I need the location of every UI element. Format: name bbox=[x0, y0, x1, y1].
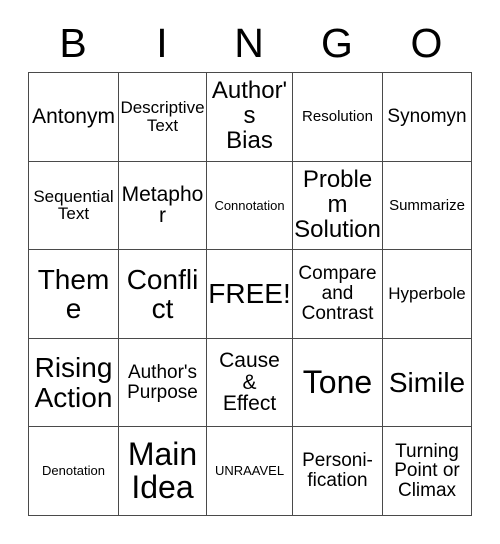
bingo-cell-label: Resolution bbox=[302, 108, 373, 125]
bingo-cell-n5[interactable]: UNRAAVEL bbox=[206, 426, 293, 516]
bingo-header-letters: B I N G O bbox=[28, 14, 471, 72]
bingo-cell-o5[interactable]: Turning Point or Climax bbox=[382, 426, 472, 516]
bingo-cell-label: Author's Purpose bbox=[127, 361, 198, 403]
bingo-header-letter-o: O bbox=[410, 19, 443, 66]
bingo-cell-label: Rising Action bbox=[34, 352, 113, 413]
bingo-card: B I N G O Antonym Descriptive Text Autho… bbox=[0, 0, 500, 544]
bingo-header-letter-i: I bbox=[156, 19, 168, 66]
bingo-cell-g1[interactable]: Resolution bbox=[292, 72, 383, 162]
bingo-row-2: Sequential Text Metaphor Connotation Pro… bbox=[28, 160, 472, 251]
bingo-cell-i3[interactable]: Conflict bbox=[118, 249, 207, 339]
bingo-cell-label: Simile bbox=[388, 367, 466, 399]
bingo-cell-o4[interactable]: Simile bbox=[382, 337, 472, 428]
bingo-cell-label: Compare and Contrast bbox=[298, 263, 377, 324]
bingo-row-1: Antonym Descriptive Text Author's Bias R… bbox=[28, 72, 472, 162]
bingo-cell-label: Antonym bbox=[32, 104, 115, 128]
bingo-row-3: Theme Conflict FREE! Compare and Contras… bbox=[28, 249, 472, 339]
bingo-cell-label: Summarize bbox=[389, 196, 465, 214]
bingo-cell-g2[interactable]: Problem Solution bbox=[292, 160, 383, 251]
bingo-cell-g4[interactable]: Tone bbox=[292, 337, 383, 428]
bingo-cell-label: Denotation bbox=[42, 463, 105, 479]
bingo-cell-n1[interactable]: Author's Bias bbox=[206, 72, 293, 162]
bingo-grid: Antonym Descriptive Text Author's Bias R… bbox=[28, 72, 472, 516]
bingo-cell-label: Synomyn bbox=[387, 105, 467, 127]
bingo-cell-n4[interactable]: Cause & Effect bbox=[206, 337, 293, 428]
bingo-cell-label: Tone bbox=[302, 363, 373, 400]
bingo-cell-label: UNRAAVEL bbox=[214, 463, 285, 479]
bingo-cell-n2[interactable]: Connotation bbox=[206, 160, 293, 251]
bingo-cell-label: Theme bbox=[37, 263, 110, 324]
bingo-cell-b2[interactable]: Sequential Text bbox=[28, 160, 119, 251]
bingo-cell-label: Sequential Text bbox=[33, 186, 114, 224]
bingo-cell-o2[interactable]: Summarize bbox=[382, 160, 472, 251]
bingo-cell-i5[interactable]: Main Idea bbox=[118, 426, 207, 516]
bingo-row-4: Rising Action Author's Purpose Cause & E… bbox=[28, 337, 472, 428]
bingo-cell-b5[interactable]: Denotation bbox=[28, 426, 119, 516]
bingo-cell-i1[interactable]: Descriptive Text bbox=[118, 72, 207, 162]
bingo-cell-label: Hyperbole bbox=[388, 284, 466, 304]
bingo-cell-i4[interactable]: Author's Purpose bbox=[118, 337, 207, 428]
bingo-header-letter-g: G bbox=[321, 19, 353, 66]
bingo-free-space-label: FREE! bbox=[208, 278, 291, 310]
bingo-cell-b3[interactable]: Theme bbox=[28, 249, 119, 339]
bingo-cell-label: Author's Bias bbox=[211, 77, 288, 155]
bingo-header-letter-b: B bbox=[59, 19, 87, 66]
bingo-cell-label: Personi- fication bbox=[302, 450, 373, 492]
bingo-cell-label: Descriptive Text bbox=[120, 98, 205, 135]
bingo-cell-free-space[interactable]: FREE! bbox=[206, 249, 293, 339]
bingo-cell-i2[interactable]: Metaphor bbox=[118, 160, 207, 251]
bingo-cell-g3[interactable]: Compare and Contrast bbox=[292, 249, 383, 339]
bingo-cell-b4[interactable]: Rising Action bbox=[28, 337, 119, 428]
bingo-cell-label: Problem Solution bbox=[294, 165, 381, 243]
bingo-cell-g5[interactable]: Personi- fication bbox=[292, 426, 383, 516]
bingo-cell-o3[interactable]: Hyperbole bbox=[382, 249, 472, 339]
bingo-cell-label: Connotation bbox=[214, 197, 285, 213]
bingo-cell-label: Metaphor bbox=[121, 182, 204, 228]
bingo-cell-b1[interactable]: Antonym bbox=[28, 72, 119, 162]
bingo-cell-label: Turning Point or Climax bbox=[394, 440, 460, 502]
bingo-row-5: Denotation Main Idea UNRAAVEL Personi- f… bbox=[28, 426, 472, 516]
bingo-header-letter-n: N bbox=[234, 19, 264, 66]
bingo-cell-o1[interactable]: Synomyn bbox=[382, 72, 472, 162]
bingo-cell-label: Cause & Effect bbox=[219, 348, 280, 416]
bingo-cell-label: Conflict bbox=[126, 263, 199, 324]
bingo-cell-label: Main Idea bbox=[127, 435, 198, 506]
